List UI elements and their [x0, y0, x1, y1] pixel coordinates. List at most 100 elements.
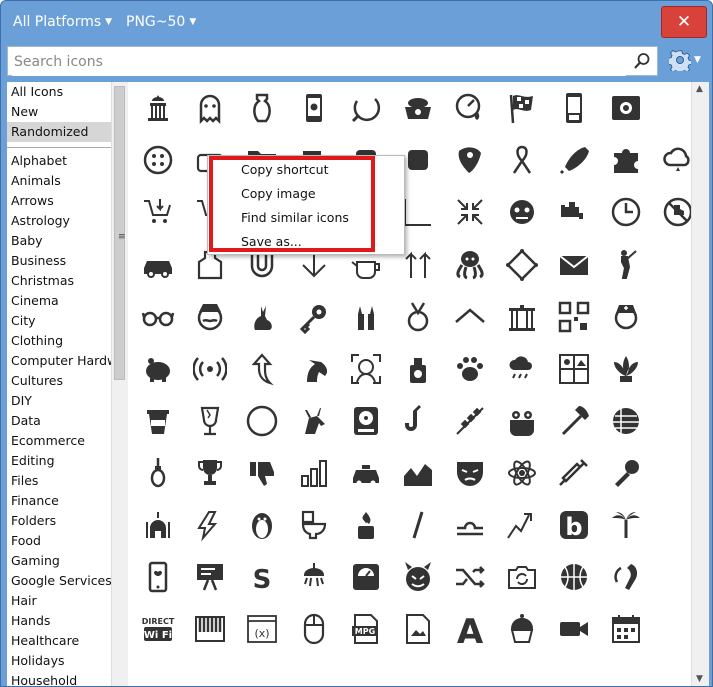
sidebar-item-clothing[interactable]: Clothing: [7, 331, 111, 351]
sidebar-item-hair[interactable]: Hair: [7, 591, 111, 611]
sign-icon[interactable]: [193, 560, 227, 594]
gate-icon[interactable]: [505, 300, 539, 334]
frog-pot-icon[interactable]: [505, 404, 539, 438]
mustache-man-icon[interactable]: [193, 300, 227, 334]
paw-icon[interactable]: [453, 352, 487, 386]
sidebar-item-city[interactable]: City: [7, 311, 111, 331]
bar-chart-icon[interactable]: [297, 456, 331, 490]
syringe-icon[interactable]: [557, 456, 591, 490]
devil-icon[interactable]: [401, 560, 435, 594]
scroll-down-icon[interactable]: ▼: [696, 674, 703, 684]
sidebar-item-hands[interactable]: Hands: [7, 611, 111, 631]
hearing-aid-icon[interactable]: [609, 560, 643, 594]
key-icon[interactable]: [297, 300, 331, 334]
sidebar-item-alphabet[interactable]: Alphabet: [7, 151, 111, 171]
wifi-direct-icon[interactable]: DIRECT Wi Fi: [141, 612, 175, 646]
cupcake-icon[interactable]: [505, 612, 539, 646]
mobile-phone-icon[interactable]: [557, 91, 591, 125]
coffee-cup-icon[interactable]: [141, 404, 175, 438]
guitar-pick-icon[interactable]: [453, 143, 487, 177]
checkered-flag-icon[interactable]: [505, 91, 539, 125]
letter-a-icon[interactable]: A: [453, 612, 487, 646]
microphone-icon[interactable]: [609, 456, 643, 490]
s-logo-icon[interactable]: S: [245, 560, 279, 594]
glasses-icon[interactable]: [141, 300, 175, 334]
sidebar-item-computer-hardware[interactable]: Computer Hardware: [7, 351, 111, 371]
sidebar-item-ecommerce[interactable]: Ecommerce: [7, 431, 111, 451]
sidebar-item-baby[interactable]: Baby: [7, 231, 111, 251]
sidebar-item-google-services[interactable]: Google Services: [7, 571, 111, 591]
scale-icon[interactable]: [349, 560, 383, 594]
no-hand-icon[interactable]: [661, 195, 695, 229]
sidebar-item-arrows[interactable]: Arrows: [7, 191, 111, 211]
bandage-ball-icon[interactable]: [609, 404, 643, 438]
ghost-icon[interactable]: [193, 91, 227, 125]
image-file-icon[interactable]: [401, 612, 435, 646]
faucet-icon[interactable]: [557, 195, 591, 229]
face-scan-icon[interactable]: [349, 352, 383, 386]
sidebar-item-files[interactable]: Files: [7, 471, 111, 491]
penguin-icon[interactable]: [245, 508, 279, 542]
b-logo-icon[interactable]: b: [557, 508, 591, 542]
sidebar-item-cinema[interactable]: Cinema: [7, 291, 111, 311]
sidebar-item-holidays[interactable]: Holidays: [7, 651, 111, 671]
hands-icon[interactable]: [349, 300, 383, 334]
car-icon[interactable]: [141, 248, 175, 282]
trend-icon[interactable]: [505, 508, 539, 542]
shower-icon[interactable]: [297, 560, 331, 594]
sidebar-item-household[interactable]: Household: [7, 671, 111, 686]
sidebar-item-animals[interactable]: Animals: [7, 171, 111, 191]
sickle-icon[interactable]: [349, 91, 383, 125]
mpg-file-icon[interactable]: MPG: [349, 612, 383, 646]
giraffe-icon[interactable]: [297, 404, 331, 438]
menu-item-save-as[interactable]: Save as...: [241, 234, 302, 249]
menu-item-copy-shortcut[interactable]: Copy shortcut: [241, 162, 329, 177]
search-input[interactable]: [12, 48, 626, 76]
calendar-icon[interactable]: [609, 612, 643, 646]
sidebar-item-christmas[interactable]: Christmas: [7, 271, 111, 291]
diamond-icon[interactable]: [505, 248, 539, 282]
nurse-icon[interactable]: [609, 300, 643, 334]
sidebar-item-healthcare[interactable]: Healthcare: [7, 631, 111, 651]
taxi-icon[interactable]: [349, 456, 383, 490]
qr-code-icon[interactable]: [557, 300, 591, 334]
video-camera-icon[interactable]: [557, 612, 591, 646]
sidebar-item-finance[interactable]: Finance: [7, 491, 111, 511]
puzzle-icon[interactable]: [609, 143, 643, 177]
grid-scrollbar[interactable]: ▲ ▼: [691, 82, 709, 686]
close-button[interactable]: ✕: [661, 6, 707, 38]
wireless-icon[interactable]: [193, 352, 227, 386]
sidebar-item-editing[interactable]: Editing: [7, 451, 111, 471]
ink-bottle-icon[interactable]: [401, 352, 435, 386]
camera-rotate-icon[interactable]: [505, 560, 539, 594]
piano-icon[interactable]: [193, 612, 227, 646]
button-icon[interactable]: [141, 143, 175, 177]
basketball-icon[interactable]: [557, 560, 591, 594]
sidebar-item-new[interactable]: New: [7, 102, 111, 122]
medal-icon[interactable]: [401, 300, 435, 334]
cart-down-icon[interactable]: [141, 195, 175, 229]
golfer-icon[interactable]: [609, 248, 643, 282]
saxophone-icon[interactable]: [401, 404, 435, 438]
sidebar-scroll-thumb[interactable]: ≡: [114, 86, 126, 380]
noose-icon[interactable]: [141, 456, 175, 490]
sidebar-item-gaming[interactable]: Gaming: [7, 551, 111, 571]
sidebar-item-astrology[interactable]: Astrology: [7, 211, 111, 231]
sidebar-item-business[interactable]: Business: [7, 251, 111, 271]
compress-icon[interactable]: [453, 195, 487, 229]
collage-icon[interactable]: [557, 352, 591, 386]
fire-bottle-icon[interactable]: [349, 508, 383, 542]
search-icon[interactable]: [633, 52, 651, 70]
horse-icon[interactable]: [297, 352, 331, 386]
arrow-curve-icon[interactable]: [245, 352, 279, 386]
shuffle-icon[interactable]: [453, 560, 487, 594]
dog-bowl-icon[interactable]: [401, 91, 435, 125]
atom-icon[interactable]: [505, 456, 539, 490]
vase-icon[interactable]: [245, 91, 279, 125]
thumbs-down-icon[interactable]: [245, 456, 279, 490]
menu-item-copy-image[interactable]: Copy image: [241, 186, 316, 201]
mask-icon[interactable]: [453, 456, 487, 490]
trophy-cup-icon[interactable]: [193, 456, 227, 490]
chart-icon[interactable]: [401, 195, 435, 229]
sidebar-item-food[interactable]: Food: [7, 531, 111, 551]
